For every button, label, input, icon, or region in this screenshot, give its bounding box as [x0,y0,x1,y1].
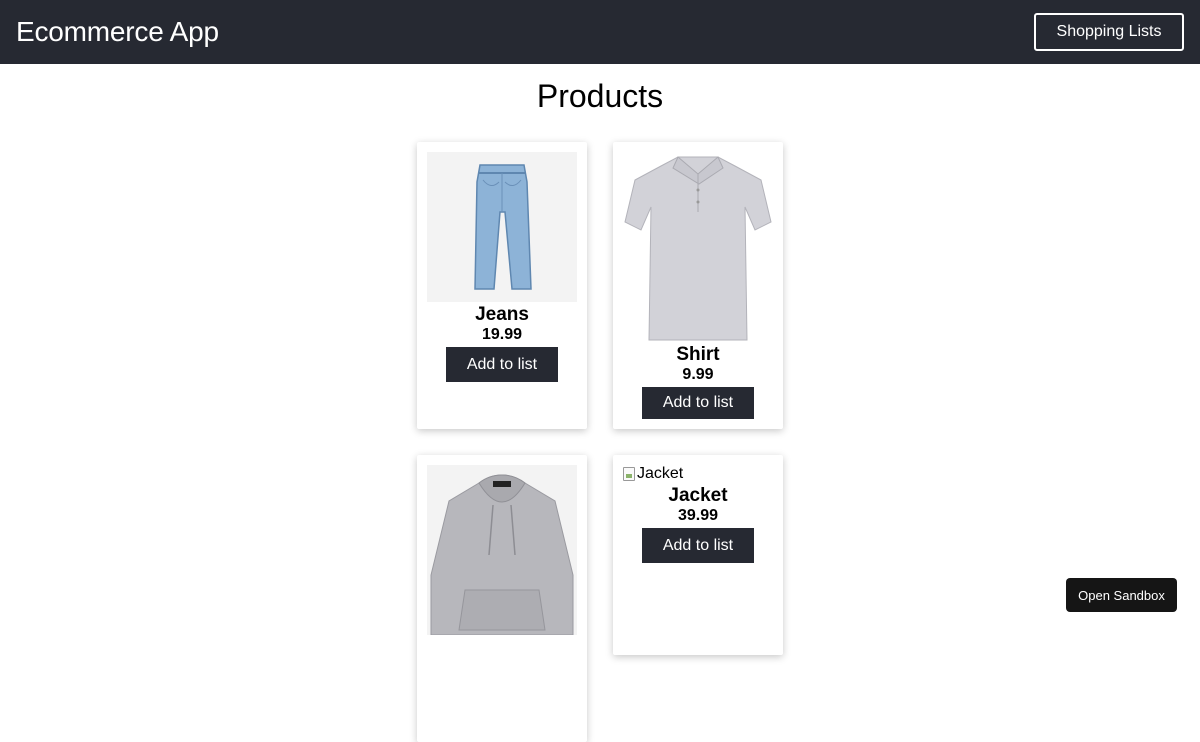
app-title[interactable]: Ecommerce App [16,16,219,48]
add-to-list-button[interactable]: Add to list [446,347,558,382]
product-card [417,455,587,742]
jeans-image [427,152,577,302]
product-card: Shirt 9.99 Add to list [613,142,783,429]
hoodie-image [427,465,577,635]
product-name: Jeans [475,304,529,325]
product-price: 9.99 [682,366,714,383]
broken-image-icon [623,467,635,481]
product-card: Jeans 19.99 Add to list [417,142,587,429]
product-name: Jacket [668,485,728,506]
product-grid: Jeans 19.99 Add to list Shirt 9.99 Add t… [417,142,783,742]
add-to-list-button[interactable]: Add to list [642,528,754,563]
shopping-lists-button[interactable]: Shopping Lists [1034,13,1184,51]
add-to-list-button[interactable]: Add to list [642,387,754,419]
product-price: 39.99 [677,507,719,524]
shirt-image [623,152,773,342]
navbar: Ecommerce App Shopping Lists [0,0,1200,64]
broken-image-icon: Jacket [623,465,773,483]
product-price: 19.99 [481,326,523,343]
page-title: Products [536,78,664,114]
product-name: Shirt [676,344,720,365]
image-alt-text: Jacket [637,465,684,482]
product-card: Jacket Jacket 39.99 Add to list [613,455,783,655]
open-sandbox-button[interactable]: Open Sandbox [1066,578,1177,612]
